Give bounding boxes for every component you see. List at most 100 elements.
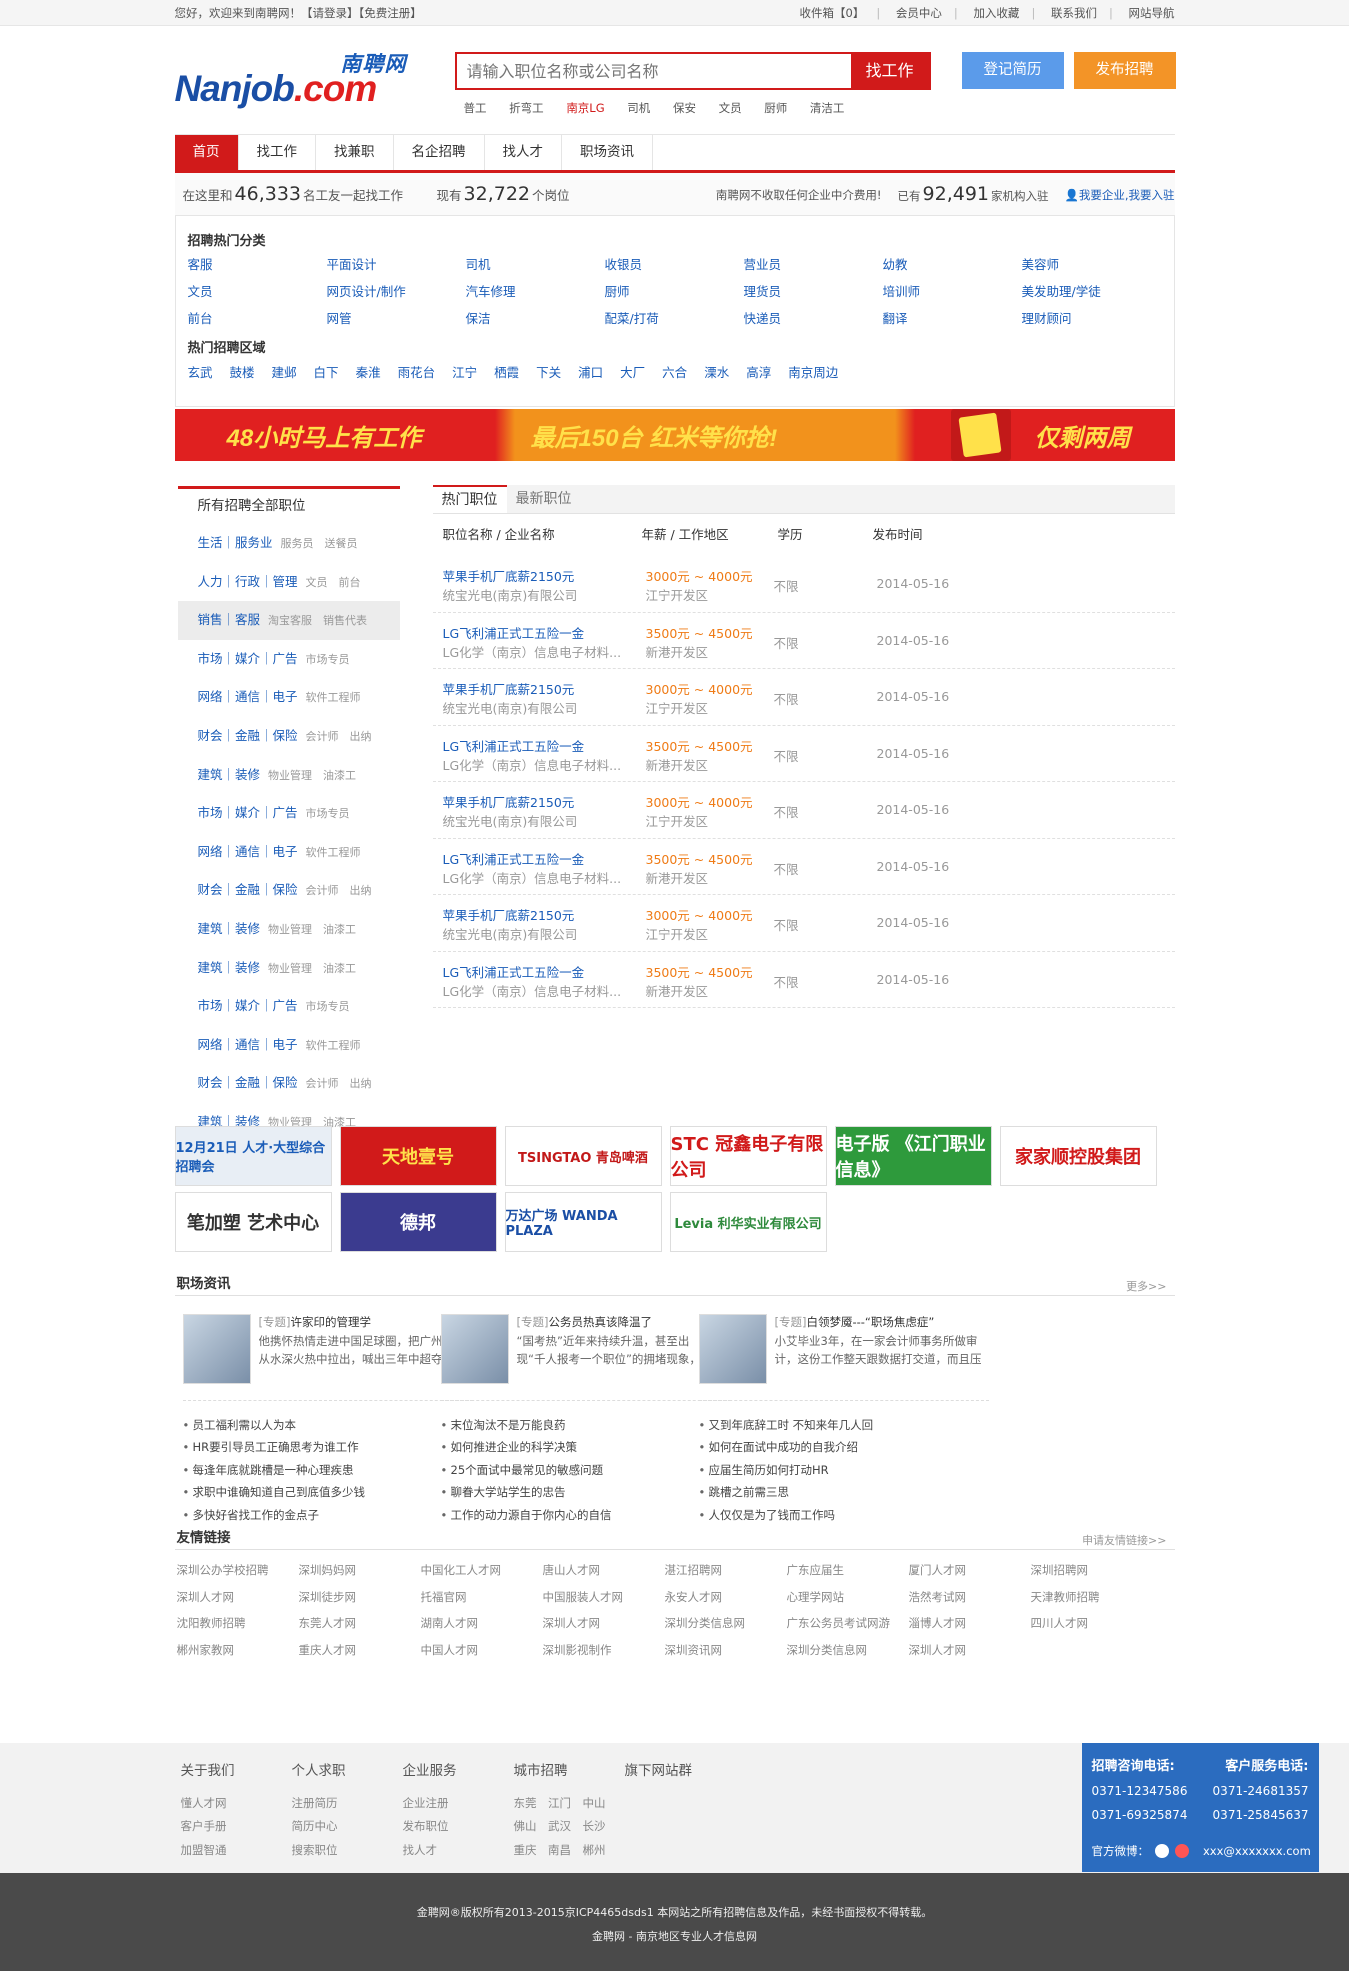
friend-link[interactable]: 东莞人才网 (299, 1613, 421, 1634)
tab-hot-jobs[interactable]: 热门职位 (432, 485, 507, 513)
friend-link[interactable]: 深圳影视制作 (543, 1640, 665, 1661)
friend-link[interactable]: 深圳分类信息网 (787, 1640, 909, 1661)
hot-keyword[interactable]: 南京LG (566, 101, 604, 115)
news-item[interactable]: 如何推进企业的科学决策 (441, 1436, 612, 1458)
job-row[interactable]: 苹果手机厂底薪2150元 统宝光电(南京)有限公司 3000元 ~ 4000元 江宁开… (432, 782, 1175, 839)
company-name[interactable]: LG化学（南京）信息电子材料... (443, 981, 622, 1000)
area-link[interactable]: 下关 (536, 362, 561, 384)
friend-link[interactable]: 重庆人才网 (299, 1640, 421, 1661)
category-link[interactable]: 文员 (188, 282, 327, 302)
friend-link[interactable]: 浩然考试网 (909, 1587, 1031, 1608)
partner-logo[interactable]: 德邦 (339, 1192, 497, 1252)
news-image[interactable] (182, 1314, 251, 1384)
partner-logo[interactable]: TSINGTAO 青岛啤酒 (504, 1126, 662, 1186)
partner-logo[interactable]: 家家顺控股集团 (999, 1126, 1157, 1186)
area-link[interactable]: 白下 (314, 362, 339, 384)
job-title[interactable]: 苹果手机厂底薪2150元 (443, 792, 575, 811)
sidebar-item-sub[interactable]: 会计师 出纳 (306, 884, 372, 897)
news-item[interactable]: 如何在面试中成功的自我介绍 (699, 1436, 874, 1458)
news-image[interactable] (698, 1314, 767, 1384)
weibo-icon[interactable] (1155, 1844, 1169, 1858)
job-row[interactable]: 苹果手机厂底薪2150元 统宝光电(南京)有限公司 3000元 ~ 4000元 江宁开… (432, 556, 1175, 613)
job-row[interactable]: LG飞利浦正式工五险一金 LG化学（南京）信息电子材料... 3500元 ~ 450… (432, 839, 1175, 895)
category-link[interactable]: 网管 (327, 309, 466, 329)
sidebar-item-sub[interactable]: 物业管理 油漆工 (268, 769, 356, 782)
sidebar-item-sub[interactable]: 文员 前台 (306, 576, 361, 589)
friend-link[interactable]: 深圳妈妈网 (299, 1560, 421, 1581)
news-item[interactable]: 工作的动力源自于你内心的自信 (441, 1504, 612, 1526)
area-link[interactable]: 玄武 (188, 362, 213, 384)
job-row[interactable]: LG飞利浦正式工五险一金 LG化学（南京）信息电子材料... 3500元 ~ 450… (432, 952, 1175, 1008)
find-job-button[interactable]: 找工作 (850, 54, 929, 88)
footer-link[interactable]: 加盟智通 (181, 1839, 235, 1863)
site-logo[interactable]: 南聘网 Nanjob.com (175, 48, 415, 118)
sidebar-item-main[interactable]: 财会｜金融｜保险 (198, 1075, 298, 1090)
hot-keyword[interactable]: 厨师 (764, 101, 787, 115)
company-name[interactable]: 统宝光电(南京)有限公司 (443, 585, 578, 604)
footer-link[interactable]: 企业注册 (403, 1792, 457, 1816)
inbox-link[interactable]: 收件箱【0】 (800, 6, 865, 20)
sidebar-item-sub[interactable]: 市场专员 (306, 653, 350, 666)
job-title[interactable]: 苹果手机厂底薪2150元 (443, 566, 575, 585)
sidebar-item[interactable]: 市场｜媒介｜广告 市场专员 (178, 987, 400, 1026)
post-job-button[interactable]: 发布招聘 (1073, 52, 1176, 89)
friend-link[interactable]: 沈阳教师招聘 (177, 1613, 299, 1634)
nav-find-job[interactable]: 找工作 (239, 135, 316, 170)
job-title[interactable]: LG飞利浦正式工五险一金 (443, 849, 585, 868)
news-item[interactable]: 又到年底辞工时 不知来年几人回 (699, 1414, 874, 1436)
sidebar-item[interactable]: 财会｜金融｜保险 会计师 出纳 (178, 871, 400, 910)
news-headline-text[interactable]: 许家印的管理学 (290, 1315, 371, 1329)
news-item[interactable]: 25个面试中最常见的敏感问题 (441, 1459, 612, 1481)
sidebar-item-sub[interactable]: 物业管理 油漆工 (268, 962, 356, 975)
area-link[interactable]: 栖霞 (494, 362, 519, 384)
hot-keyword[interactable]: 清洁工 (810, 101, 845, 115)
area-link[interactable]: 大厂 (620, 362, 645, 384)
job-title[interactable]: 苹果手机厂底薪2150元 (443, 679, 575, 698)
company-name[interactable]: 统宝光电(南京)有限公司 (443, 924, 578, 943)
company-name[interactable]: 统宝光电(南京)有限公司 (443, 698, 578, 717)
partner-logo[interactable]: 万达广场 WANDA PLAZA (504, 1192, 662, 1252)
area-link[interactable]: 建邺 (272, 362, 297, 384)
sidebar-item[interactable]: 财会｜金融｜保险 会计师 出纳 (178, 717, 400, 756)
friend-link[interactable]: 中国化工人才网 (421, 1560, 543, 1581)
nav-find-talent[interactable]: 找人才 (485, 135, 562, 170)
footer-column-title[interactable]: 企业服务 (403, 1760, 457, 1784)
promo-banner[interactable]: 48小时马上有工作 最后150台 红米等你抢! 仅剩两周 (174, 409, 1175, 461)
category-link[interactable]: 平面设计 (327, 255, 466, 275)
area-link[interactable]: 鼓楼 (230, 362, 255, 384)
sidebar-item-main[interactable]: 建筑｜装修 (198, 921, 261, 936)
job-title[interactable]: LG飞利浦正式工五险一金 (443, 962, 585, 981)
footer-column-title[interactable]: 城市招聘 (514, 1760, 606, 1784)
company-name[interactable]: LG化学（南京）信息电子材料... (443, 755, 622, 774)
sidebar-item-main[interactable]: 市场｜媒介｜广告 (198, 998, 298, 1013)
area-link[interactable]: 秦淮 (356, 362, 381, 384)
category-link[interactable]: 汽车修理 (466, 282, 605, 302)
footer-link[interactable]: 重庆 南昌 郴州 (514, 1839, 606, 1863)
category-link[interactable]: 营业员 (744, 255, 883, 275)
sidebar-item-sub[interactable]: 淘宝客服 销售代表 (268, 614, 367, 627)
nav-home[interactable]: 首页 (174, 135, 239, 170)
news-item[interactable]: 跳槽之前需三思 (699, 1481, 874, 1503)
news-image[interactable] (440, 1314, 509, 1384)
footer-link[interactable]: 搜索职位 (292, 1839, 346, 1863)
friend-link[interactable]: 淄博人才网 (909, 1613, 1031, 1634)
sidebar-item[interactable]: 网络｜通信｜电子 软件工程师 (178, 1026, 400, 1065)
friend-link[interactable]: 湖南人才网 (421, 1613, 543, 1634)
partner-logo[interactable]: 电子版 《江门职业信息》 (834, 1126, 992, 1186)
register-resume-button[interactable]: 登记简历 (961, 52, 1064, 89)
category-link[interactable]: 美发助理/学徒 (1022, 282, 1161, 302)
friend-link[interactable]: 深圳徒步网 (299, 1587, 421, 1608)
category-link[interactable]: 收银员 (605, 255, 744, 275)
category-link[interactable]: 快递员 (744, 309, 883, 329)
friend-link[interactable]: 深圳人才网 (177, 1587, 299, 1608)
tab-latest-jobs[interactable]: 最新职位 (507, 485, 581, 513)
friend-link[interactable]: 中国服装人才网 (543, 1587, 665, 1608)
welcome-text[interactable]: 您好，欢迎来到南聘网！【请登录】【免费注册】 (175, 0, 422, 26)
category-link[interactable]: 保洁 (466, 309, 605, 329)
news-item[interactable]: 人仅仅是为了钱而工作吗 (699, 1504, 874, 1526)
footer-link[interactable]: 佛山 武汉 长沙 (514, 1815, 606, 1839)
sidebar-item[interactable]: 人力｜行政｜管理 文员 前台 (178, 563, 400, 602)
job-title[interactable]: LG飞利浦正式工五险一金 (443, 736, 585, 755)
partner-logo[interactable]: 笔加塑 艺术中心 (174, 1192, 332, 1252)
sidebar-item[interactable]: 市场｜媒介｜广告 市场专员 (178, 794, 400, 833)
